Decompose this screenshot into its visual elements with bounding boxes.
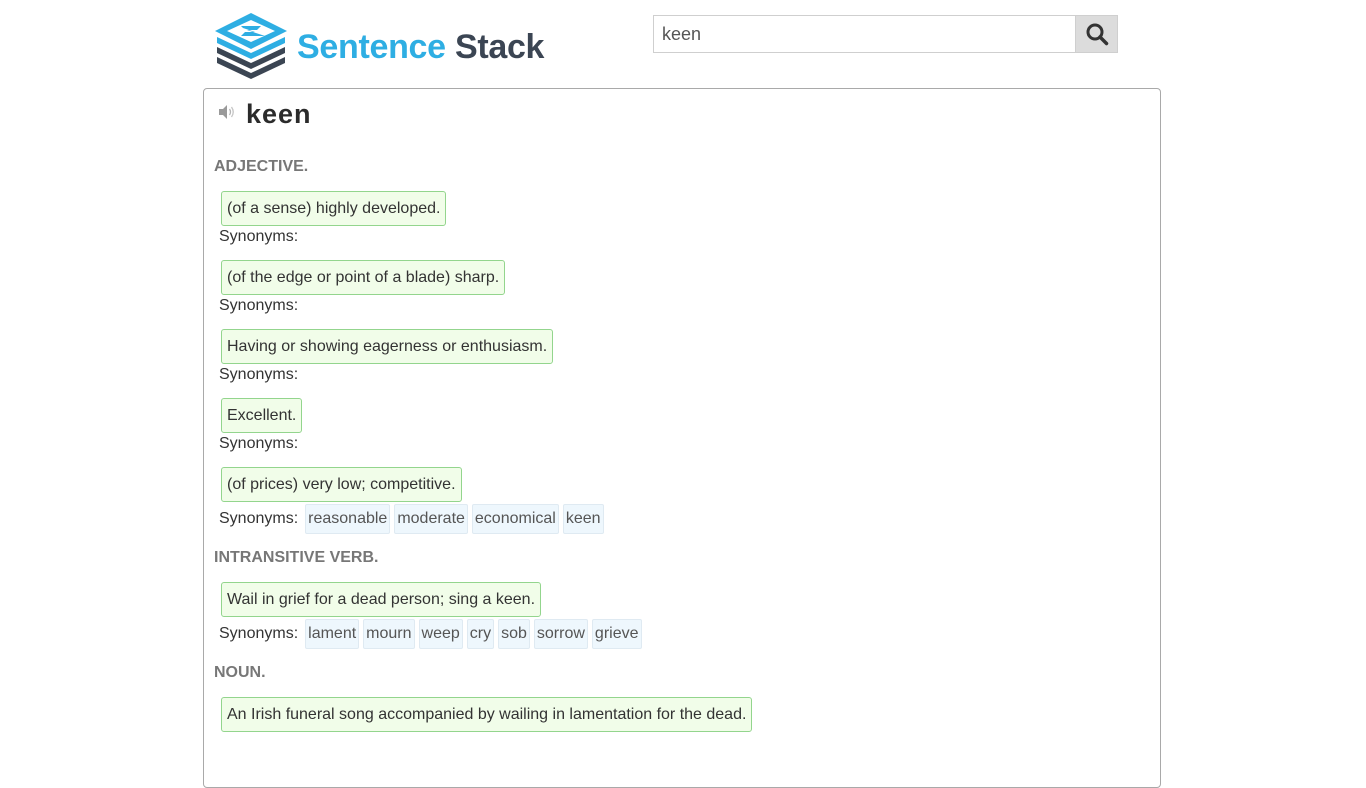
stacked-layers-logo-icon — [215, 13, 287, 79]
sense-item: (of prices) very low; competitive. Synony… — [219, 467, 1144, 534]
synonyms-row: Synonyms: reasonable moderate economical kee… — [219, 504, 1144, 534]
synonyms-label: Synonyms: — [219, 366, 299, 383]
definitions-list: ADJECTIVE. (of a sense) highly developed.… — [214, 157, 1144, 746]
synonyms-row: Synonyms: — [219, 295, 1144, 317]
site-logo[interactable]: Sentence Stack — [213, 11, 544, 81]
synonyms-label: Synonyms: — [219, 510, 299, 527]
synonym-link[interactable]: sob — [498, 619, 530, 649]
synonym-link[interactable]: moderate — [394, 504, 468, 534]
synonyms-row: Synonyms: — [219, 226, 1144, 248]
synonym-link[interactable]: mourn — [363, 619, 415, 649]
definition-card: keen ADJECTIVE. (of a sense) highly devel… — [203, 88, 1161, 788]
synonyms-label: Synonyms: — [219, 435, 299, 452]
part-of-speech-group: NOUN. An Irish funeral song accompanied b… — [214, 663, 1144, 732]
part-of-speech-label: INTRANSITIVE VERB. — [214, 549, 379, 566]
definition-text: (of a sense) highly developed. — [221, 191, 447, 226]
synonyms-row: Synonyms: — [219, 433, 1144, 455]
synonym-link[interactable]: cry — [466, 619, 495, 649]
brand-name-part1: Sentence — [297, 28, 446, 66]
synonym-link[interactable]: reasonable — [305, 504, 391, 534]
definition-text: Having or showing eagerness or enthusias… — [221, 329, 554, 364]
definition-text: (of prices) very low; competitive. — [221, 467, 462, 502]
part-of-speech-label: NOUN. — [214, 664, 266, 681]
synonyms-row: Synonyms: — [219, 364, 1144, 386]
synonym-link[interactable]: economical — [471, 504, 559, 534]
part-of-speech-label: ADJECTIVE. — [214, 158, 309, 175]
sense-item: An Irish funeral song accompanied by wai… — [221, 697, 1144, 732]
synonym-link[interactable]: lament — [305, 619, 360, 649]
search-input[interactable] — [653, 15, 1075, 53]
brand-name: Sentence Stack — [297, 30, 544, 64]
synonym-link[interactable]: weep — [418, 619, 463, 649]
speaker-icon[interactable] — [218, 104, 236, 120]
synonyms-label: Synonyms: — [219, 228, 299, 245]
synonym-link[interactable]: grieve — [591, 619, 642, 649]
headword: keen — [246, 99, 312, 129]
synonyms-label: Synonyms: — [219, 625, 299, 642]
sense-item: Excellent. Synonyms: — [219, 398, 1144, 455]
search-button[interactable] — [1075, 15, 1118, 53]
site-header: Sentence Stack — [0, 0, 1366, 88]
synonyms-row: Synonyms: lament mourn weep cry sob sorrow grie… — [219, 619, 1144, 649]
part-of-speech-group: ADJECTIVE. (of a sense) highly developed.… — [214, 157, 1144, 534]
brand-name-part2: Stack — [454, 28, 545, 66]
sense-item: Wail in grief for a dead person; sing a … — [219, 582, 1144, 649]
headword-row: keen — [218, 99, 312, 130]
definition-text: Excellent. — [221, 398, 303, 433]
synonym-link[interactable]: sorrow — [533, 619, 588, 649]
search-bar — [653, 15, 1118, 53]
sense-item: (of the edge or point of a blade) sharp.… — [219, 260, 1144, 317]
synonym-link[interactable]: keen — [562, 504, 604, 534]
search-icon — [1086, 23, 1108, 46]
definition-text: An Irish funeral song accompanied by wai… — [221, 697, 753, 732]
synonyms-label: Synonyms: — [219, 297, 299, 314]
definition-text: (of the edge or point of a blade) sharp. — [221, 260, 506, 295]
sense-item: (of a sense) highly developed. Synonyms: — [219, 191, 1144, 248]
definition-text: Wail in grief for a dead person; sing a … — [221, 582, 542, 617]
sense-item: Having or showing eagerness or enthusias… — [219, 329, 1144, 386]
part-of-speech-group: INTRANSITIVE VERB. Wail in grief for a de… — [214, 548, 1144, 649]
